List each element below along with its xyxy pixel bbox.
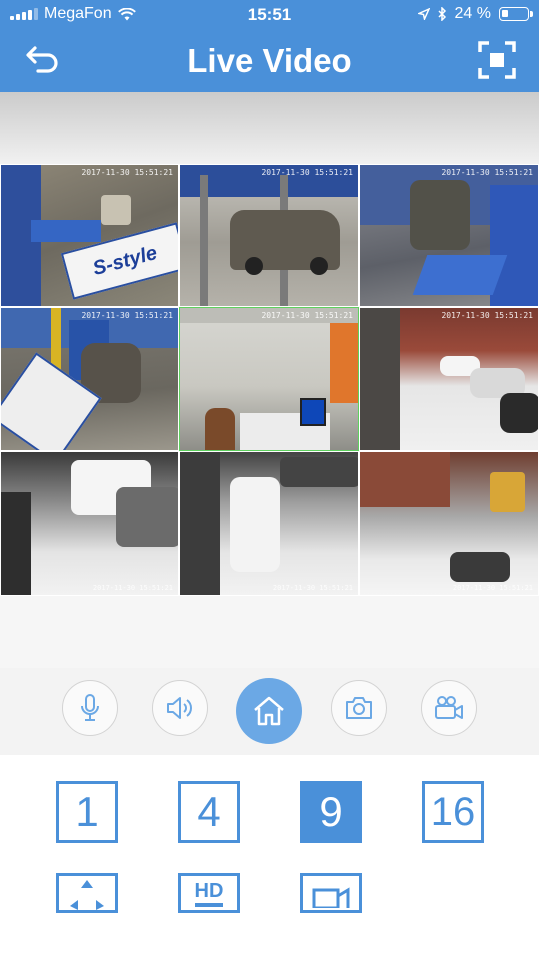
camera-feed-2[interactable]: 2017-11-30 15:51:21 bbox=[179, 164, 359, 307]
camera-grid: S-style 2017-11-30 15:51:21 2017-11-30 1… bbox=[0, 164, 539, 596]
battery-icon bbox=[499, 7, 533, 21]
camera-feed-4[interactable]: 2017-11-30 15:51:21 bbox=[0, 307, 179, 451]
camera-feed-9[interactable]: 2017-11-30 15:51:21 bbox=[359, 451, 539, 596]
status-bar: MegaFon 15:51 24 % bbox=[0, 0, 539, 30]
header: MegaFon 15:51 24 % Live Video bbox=[0, 0, 539, 92]
camera-timestamp: 2017-11-30 15:51:21 bbox=[452, 584, 533, 592]
battery-fill bbox=[502, 10, 508, 17]
home-icon bbox=[254, 696, 284, 726]
layout-9-label: 9 bbox=[319, 788, 343, 835]
control-bar bbox=[0, 668, 539, 755]
record-button[interactable] bbox=[421, 680, 477, 736]
layout-1-button[interactable]: 1 bbox=[56, 781, 118, 843]
layout-9-button[interactable]: 9 bbox=[300, 781, 362, 843]
layout-16-button[interactable]: 16 bbox=[422, 781, 484, 843]
layout-selector: 1 4 9 16 HD bbox=[0, 755, 539, 960]
video-bottom-spacer bbox=[0, 596, 539, 668]
status-right: 24 % bbox=[417, 5, 533, 23]
camera-feed-3[interactable]: 2017-11-30 15:51:21 bbox=[359, 164, 539, 307]
hd-button[interactable]: HD bbox=[178, 873, 240, 913]
microphone-icon bbox=[81, 694, 99, 721]
speaker-icon bbox=[167, 697, 192, 719]
camera-timestamp: 2017-11-30 15:51:21 bbox=[92, 584, 173, 592]
snapshot-button[interactable] bbox=[331, 680, 387, 736]
camera-feed-1[interactable]: S-style 2017-11-30 15:51:21 bbox=[0, 164, 179, 307]
video-camera-icon bbox=[312, 887, 350, 908]
app-root: MegaFon 15:51 24 % Live Video S-style 20… bbox=[0, 0, 539, 960]
layout-16-label: 16 bbox=[430, 789, 476, 834]
fullscreen-icon bbox=[478, 41, 516, 79]
layout-1-label: 1 bbox=[75, 788, 99, 835]
home-button[interactable] bbox=[236, 678, 302, 744]
ptz-control-button[interactable] bbox=[56, 873, 118, 913]
camera-timestamp: 2017-11-30 15:51:21 bbox=[81, 311, 173, 320]
location-arrow-icon bbox=[417, 8, 430, 20]
camera-timestamp: 2017-11-30 15:51:21 bbox=[81, 168, 173, 177]
nav-bar: Live Video bbox=[0, 30, 539, 92]
camera-timestamp: 2017-11-30 15:51:21 bbox=[441, 311, 533, 320]
layout-4-button[interactable]: 4 bbox=[178, 781, 240, 843]
battery-percentage: 24 % bbox=[454, 5, 491, 22]
camera-snapshot-icon bbox=[346, 697, 372, 719]
camera-feed-5[interactable]: 2017-11-30 15:51:21 bbox=[179, 307, 359, 451]
microphone-button[interactable] bbox=[62, 680, 118, 736]
camera-1-sign-text: S-style bbox=[90, 241, 160, 280]
bluetooth-icon bbox=[438, 7, 446, 21]
page-title: Live Video bbox=[187, 42, 352, 79]
playback-button[interactable] bbox=[300, 873, 362, 913]
ptz-direction-icon bbox=[70, 880, 104, 910]
video-record-icon bbox=[435, 696, 463, 719]
camera-timestamp: 2017-11-30 15:51:21 bbox=[261, 311, 353, 320]
camera-timestamp: 2017-11-30 15:51:21 bbox=[441, 168, 533, 177]
video-top-spacer bbox=[0, 92, 539, 164]
fullscreen-button[interactable] bbox=[475, 38, 519, 82]
camera-feed-8[interactable]: 2017-11-30 15:51:21 bbox=[179, 451, 359, 596]
camera-timestamp: 2017-11-30 15:51:21 bbox=[261, 168, 353, 177]
camera-feed-7[interactable]: 2017-11-30 15:51:21 bbox=[0, 451, 179, 596]
hd-label: HD bbox=[194, 879, 224, 907]
layout-4-label: 4 bbox=[197, 788, 221, 835]
camera-timestamp: 2017-11-30 15:51:21 bbox=[272, 584, 353, 592]
camera-feed-6[interactable]: 2017-11-30 15:51:21 bbox=[359, 307, 539, 451]
speaker-button[interactable] bbox=[152, 680, 208, 736]
